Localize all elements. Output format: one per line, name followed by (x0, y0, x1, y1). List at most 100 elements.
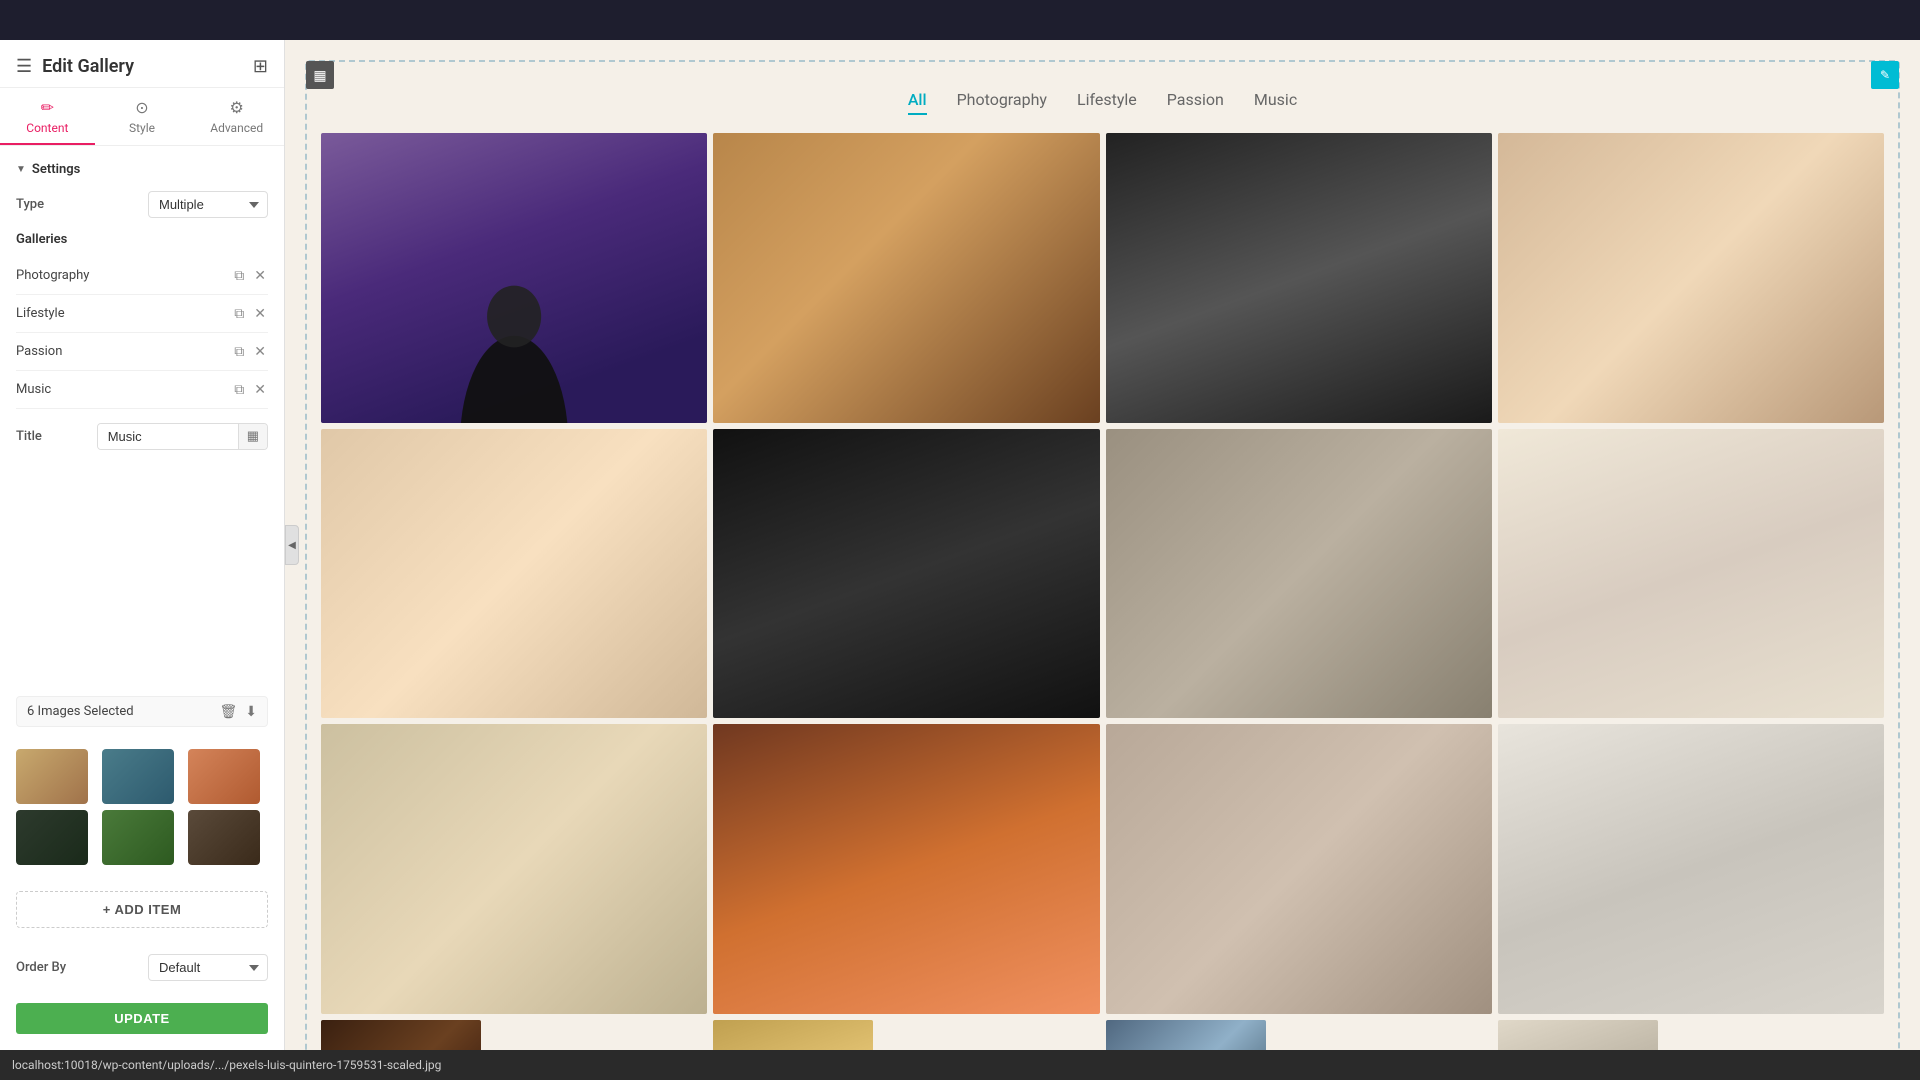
image-cell-16[interactable] (1498, 1020, 1658, 1050)
title-row: Title ▦ (16, 423, 268, 450)
image-cell-11[interactable] (1106, 724, 1492, 1014)
remove-gallery-music[interactable]: ✕ (252, 379, 268, 400)
tab-advanced[interactable]: ⚙ Advanced (189, 88, 284, 145)
main-content: ▦ ✎ All Photography Lifestyle Passion Mu… (285, 40, 1920, 1050)
type-select[interactable]: Multiple Single (148, 191, 268, 218)
thumbnail-3[interactable] (188, 749, 260, 804)
type-row: Type Multiple Single (16, 191, 268, 218)
image-cell-10[interactable] (713, 724, 1099, 1014)
remove-gallery-lifestyle[interactable]: ✕ (252, 303, 268, 324)
duplicate-gallery-lifestyle[interactable]: ⧉ (232, 303, 246, 324)
gallery-item-name-lifestyle: Lifestyle (16, 306, 232, 321)
thumbnail-4[interactable] (16, 810, 88, 865)
thumbnail-5[interactable] (102, 810, 174, 865)
download-images-button[interactable]: ⬇ (245, 703, 257, 720)
sidebar-content: ▼ Settings Type Multiple Single Gallerie… (0, 146, 284, 696)
gallery-item-actions-lifestyle: ⧉ ✕ (232, 303, 268, 324)
images-selected-text: 6 Images Selected (27, 704, 134, 719)
order-by-row: Order By Default Date Title (16, 954, 268, 981)
image-cell-3[interactable] (1106, 133, 1492, 423)
style-tab-icon: ⊙ (135, 98, 148, 117)
advanced-tab-label: Advanced (210, 121, 263, 135)
sidebar-header: ☰ Edit Gallery ⊞ (0, 40, 284, 88)
image-grid (317, 133, 1888, 1050)
image-cell-4[interactable] (1498, 133, 1884, 423)
image-cell-7[interactable] (1106, 429, 1492, 719)
sidebar-wrapper: ☰ Edit Gallery ⊞ ✏ Content ⊙ Style ⚙ Adv… (0, 40, 285, 1050)
sidebar-collapse-button[interactable]: ◀ (285, 525, 299, 565)
filter-tab-music[interactable]: Music (1254, 86, 1297, 115)
gallery-item-actions-music: ⧉ ✕ (232, 379, 268, 400)
gallery-edit-button[interactable]: ✎ (1871, 61, 1899, 89)
galleries-label: Galleries (16, 232, 268, 247)
gallery-wrapper: ▦ ✎ All Photography Lifestyle Passion Mu… (305, 60, 1900, 1050)
gallery-item-passion: Passion ⧉ ✕ (16, 333, 268, 371)
filter-tab-passion[interactable]: Passion (1167, 86, 1224, 115)
style-tab-label: Style (129, 121, 155, 135)
filter-tabs: All Photography Lifestyle Passion Music (317, 72, 1888, 133)
bottom-sidebar-area: 6 Images Selected 🗑 ⬇ + ADD ITEM (0, 696, 284, 1050)
images-selected-actions: 🗑 ⬇ (219, 703, 257, 720)
tab-content[interactable]: ✏ Content (0, 88, 95, 145)
gallery-item-name-photography: Photography (16, 268, 232, 283)
image-cell-1[interactable] (321, 133, 707, 423)
delete-images-button[interactable]: 🗑 (219, 703, 237, 720)
thumbnail-1[interactable] (16, 749, 88, 804)
image-cell-6[interactable] (713, 429, 1099, 719)
settings-arrow-icon: ▼ (16, 164, 26, 175)
top-bar (0, 0, 1920, 40)
remove-gallery-passion[interactable]: ✕ (252, 341, 268, 362)
order-by-label: Order By (16, 960, 66, 975)
sidebar-header-left: ☰ Edit Gallery (16, 56, 134, 77)
title-calendar-icon: ▦ (238, 424, 267, 449)
bottom-url: localhost:10018/wp-content/uploads/.../p… (12, 1058, 441, 1072)
filter-tab-photography[interactable]: Photography (957, 86, 1047, 115)
grid-icon[interactable]: ⊞ (253, 56, 268, 77)
filter-tab-lifestyle[interactable]: Lifestyle (1077, 86, 1137, 115)
thumbnail-6[interactable] (188, 810, 260, 865)
sidebar-tabs: ✏ Content ⊙ Style ⚙ Advanced (0, 88, 284, 146)
image-cell-5[interactable] (321, 429, 707, 719)
image-cell-2[interactable] (713, 133, 1099, 423)
type-label: Type (16, 197, 44, 212)
update-button[interactable]: UPDATE (16, 1003, 268, 1034)
content-tab-label: Content (26, 121, 68, 135)
gallery-item-actions-photography: ⧉ ✕ (232, 265, 268, 286)
gallery-item-name-passion: Passion (16, 344, 232, 359)
image-cell-15[interactable] (1106, 1020, 1266, 1050)
duplicate-gallery-music[interactable]: ⧉ (232, 379, 246, 400)
thumbnail-2[interactable] (102, 749, 174, 804)
add-item-button[interactable]: + ADD ITEM (16, 891, 268, 928)
content-tab-icon: ✏ (41, 98, 54, 117)
gallery-item-lifestyle: Lifestyle ⧉ ✕ (16, 295, 268, 333)
title-field-label: Title (16, 429, 42, 444)
duplicate-gallery-photography[interactable]: ⧉ (232, 265, 246, 286)
order-by-select[interactable]: Default Date Title (148, 954, 268, 981)
sidebar-title: Edit Gallery (42, 56, 134, 77)
image-cell-14[interactable] (713, 1020, 873, 1050)
image-cell-13[interactable] (321, 1020, 481, 1050)
filter-tab-all[interactable]: All (908, 86, 927, 115)
images-selected-bar: 6 Images Selected 🗑 ⬇ (16, 696, 268, 727)
image-cell-9[interactable] (321, 724, 707, 1014)
duplicate-gallery-passion[interactable]: ⧉ (232, 341, 246, 362)
gallery-item-name-music: Music (16, 382, 232, 397)
title-input[interactable] (98, 424, 238, 449)
tab-style[interactable]: ⊙ Style (95, 88, 190, 145)
gallery-item-actions-passion: ⧉ ✕ (232, 341, 268, 362)
gallery-widget-button[interactable]: ▦ (306, 61, 334, 89)
image-cell-12[interactable] (1498, 724, 1884, 1014)
section-header-settings: ▼ Settings (16, 162, 268, 177)
title-input-wrapper: ▦ (97, 423, 268, 450)
sidebar: ☰ Edit Gallery ⊞ ✏ Content ⊙ Style ⚙ Adv… (0, 40, 285, 1050)
thumbnail-grid (16, 749, 268, 865)
gallery-item-music: Music ⧉ ✕ (16, 371, 268, 409)
settings-label: Settings (32, 162, 80, 177)
image-cell-8[interactable] (1498, 429, 1884, 719)
remove-gallery-photography[interactable]: ✕ (252, 265, 268, 286)
gallery-item-photography: Photography ⧉ ✕ (16, 257, 268, 295)
hamburger-icon[interactable]: ☰ (16, 56, 32, 77)
settings-section: ▼ Settings Type Multiple Single Gallerie… (16, 162, 268, 450)
bottom-bar: localhost:10018/wp-content/uploads/.../p… (0, 1050, 1920, 1080)
advanced-tab-icon: ⚙ (230, 98, 244, 117)
